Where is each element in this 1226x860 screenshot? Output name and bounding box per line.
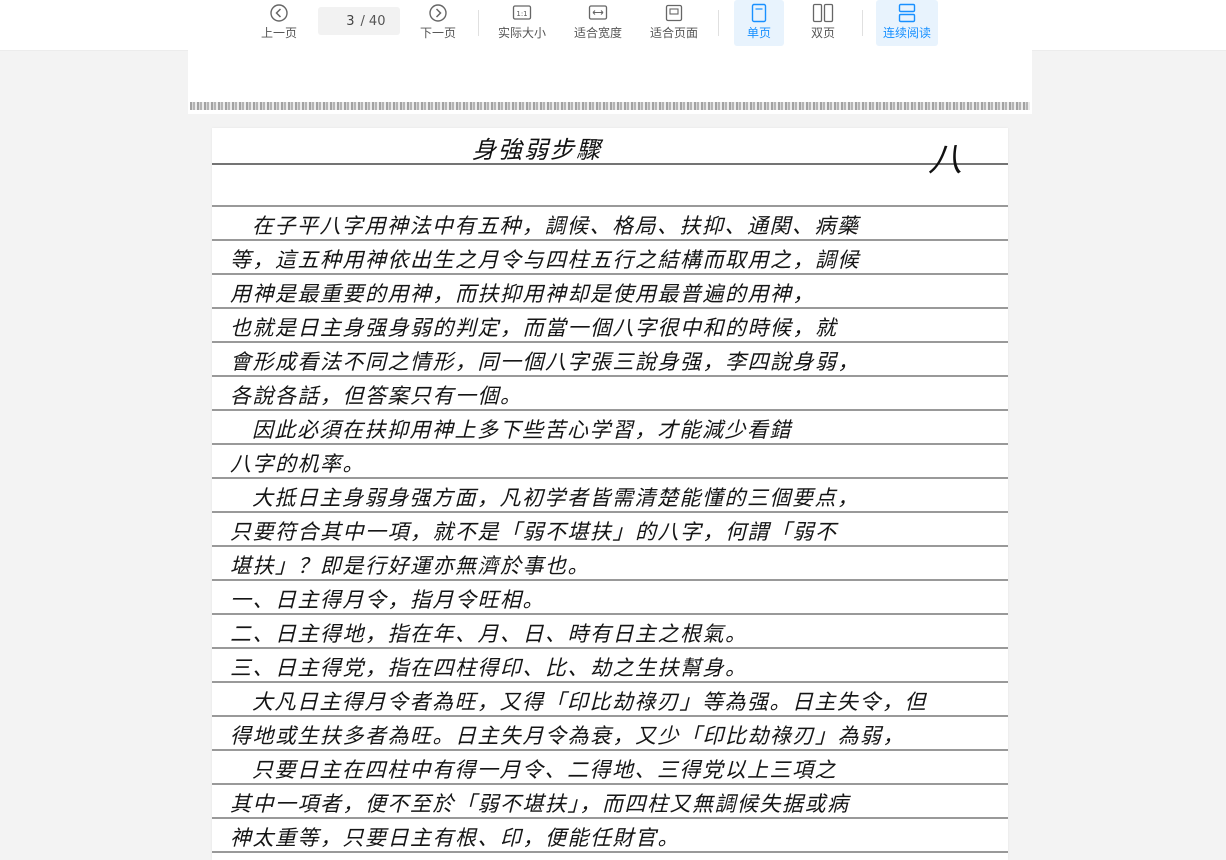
- continuous-reading-label: 连续阅读: [882, 26, 931, 40]
- text-line: 會形成看法不同之情形，同一個八字張三說身强，李四說身弱，: [230, 350, 860, 374]
- next-page-button[interactable]: 下一页: [413, 0, 463, 46]
- handwritten-page-number: 八: [928, 140, 962, 180]
- fit-width-label: 适合宽度: [573, 26, 622, 40]
- current-page-input[interactable]: [332, 13, 355, 29]
- text-line: 三、日主得党，指在四柱得印、比、劫之生扶幫身。: [230, 656, 748, 680]
- text-line: 等，這五种用神依出生之月令与四柱五行之結構而取用之，調候: [230, 248, 860, 272]
- document-title: 身強弱步驟: [472, 136, 602, 164]
- prev-page-label: 上一页: [260, 26, 297, 40]
- text-line: 在子平八字用神法中有五种，調候、格局、扶抑、通関、病藥: [252, 214, 860, 238]
- chevron-right-icon: [428, 2, 448, 24]
- actual-size-icon: 1:1: [512, 2, 532, 24]
- text-line: 堪扶」？即是行好運亦無濟於事也。: [230, 554, 590, 578]
- fit-page-label: 适合页面: [649, 26, 698, 40]
- text-line: 得地或生扶多者為旺。日主失月令為衰，又少「印比劫祿刃」為弱，: [230, 724, 905, 748]
- prev-page-button[interactable]: 上一页: [254, 0, 304, 46]
- continuous-scroll-icon: [897, 2, 917, 24]
- text-line: 八字的机率。: [230, 452, 365, 476]
- double-page-icon: [812, 2, 834, 24]
- page-indicator[interactable]: / 40: [318, 7, 400, 35]
- fit-page-icon: [664, 2, 684, 24]
- total-pages: 40: [368, 13, 386, 29]
- fit-width-icon: [588, 2, 608, 24]
- fit-page-button[interactable]: 适合页面: [644, 0, 704, 46]
- toolbar-divider: [478, 10, 479, 36]
- text-line: 各說各話，但答案只有一個。: [230, 384, 523, 408]
- text-line: 因此必須在扶抑用神上多下些苦心学習，才能減少看錯: [252, 418, 792, 442]
- document-page[interactable]: 身強弱步驟 八 在子平八字用神法中有五种，調候、格局、扶抑、通関、病藥 等，這五…: [212, 128, 1008, 860]
- scan-edge: [190, 102, 1030, 110]
- text-line: 神太重等，只要日主有根、印，便能任財官。: [230, 826, 680, 850]
- single-page-button[interactable]: 单页: [734, 0, 784, 46]
- text-line: 大凡日主得月令者為旺，又得「印比劫祿刃」等為强。日主失令，但: [252, 690, 927, 714]
- double-page-label: 双页: [810, 26, 835, 40]
- single-page-label: 单页: [746, 26, 771, 40]
- text-line: 也就是日主身强身弱的判定，而當一個八字很中和的時候，就: [230, 316, 838, 340]
- text-line: 只要符合其中一項，就不是「弱不堪扶」的八字，何謂「弱不: [230, 520, 838, 544]
- text-line: 二、日主得地，指在年、月、日、時有日主之根氣。: [230, 622, 748, 646]
- next-page-label: 下一页: [419, 26, 456, 40]
- double-page-button[interactable]: 双页: [798, 0, 848, 46]
- page-separator: /: [360, 13, 365, 29]
- toolbar-divider: [862, 10, 863, 36]
- text-line: 大抵日主身弱身强方面，凡初学者皆需清楚能懂的三個要点，: [252, 486, 860, 510]
- fit-width-button[interactable]: 适合宽度: [568, 0, 628, 46]
- continuous-reading-button[interactable]: 连续阅读: [876, 0, 938, 46]
- actual-size-label: 实际大小: [497, 26, 546, 40]
- svg-text:1:1: 1:1: [516, 10, 527, 18]
- actual-size-button[interactable]: 1:1 实际大小: [492, 0, 552, 46]
- chevron-left-icon: [269, 2, 289, 24]
- viewer-toolbar: 上一页 / 40 下一页 1:1 实际大小 适合宽度 适合页面 单: [0, 0, 1226, 51]
- text-line: 用神是最重要的用神，而扶抑用神却是使用最普遍的用神，: [230, 282, 815, 306]
- text-line: 一、日主得月令，指月令旺相。: [230, 588, 545, 612]
- toolbar-divider: [718, 10, 719, 36]
- text-line: 只要日主在四柱中有得一月令、二得地、三得党以上三項之: [252, 758, 837, 782]
- previous-page-bottom: [188, 50, 1032, 114]
- single-page-icon: [751, 2, 767, 24]
- text-line: 其中一項者，便不至於「弱不堪扶」，而四柱又無調候失据或病: [230, 792, 850, 816]
